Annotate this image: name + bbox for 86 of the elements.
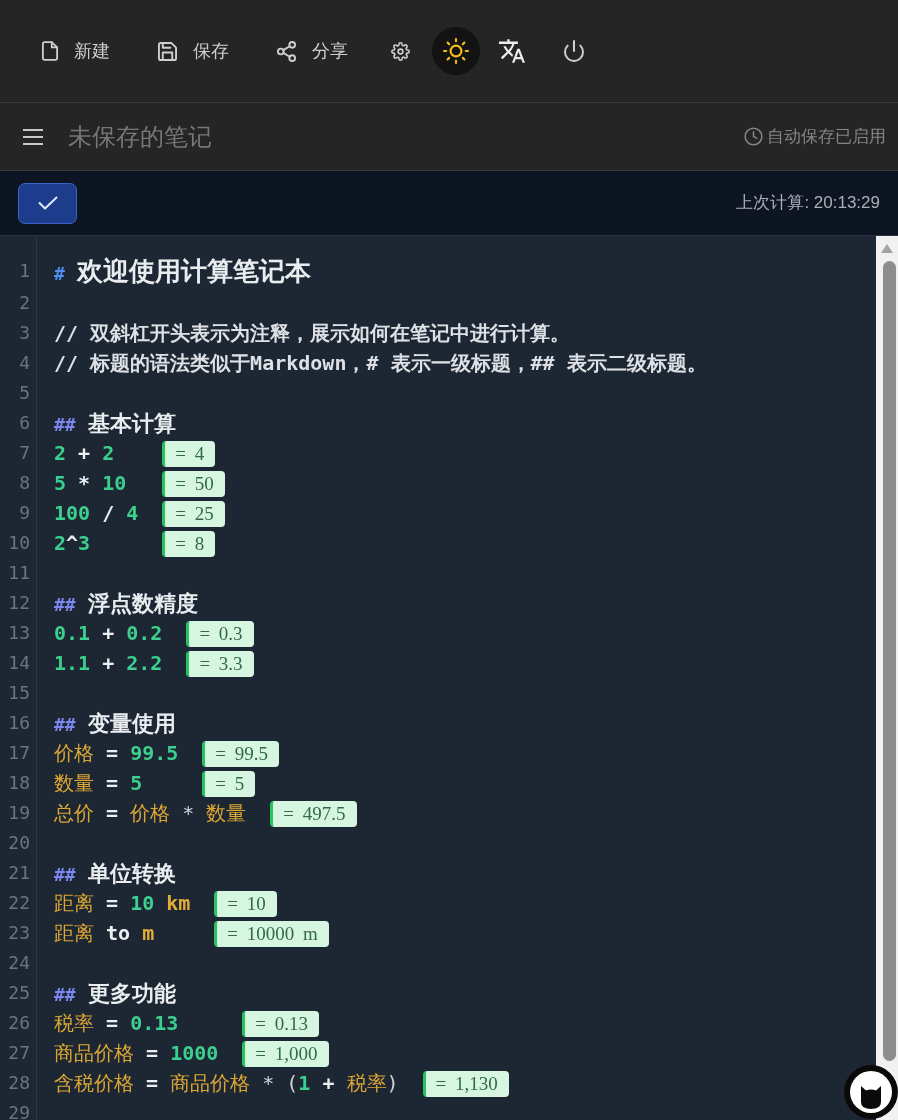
file-icon — [42, 41, 58, 61]
result-chip: = 99.5 — [202, 741, 280, 767]
autosave-status: 自动保存已启用 — [767, 125, 886, 148]
result-chip: = 1,000 — [242, 1041, 329, 1067]
line-number: 1 — [19, 260, 30, 281]
line-number: 22 — [8, 892, 30, 913]
menu-icon — [23, 128, 43, 145]
expression: 1.1 + 2.2 — [54, 651, 163, 675]
line-number: 29 — [8, 1102, 30, 1120]
cat-icon[interactable] — [844, 1065, 898, 1119]
note-title: 未保存的笔记 — [68, 121, 212, 152]
line-number: 14 — [8, 652, 30, 673]
heading-line: ## 基本计算 — [54, 411, 176, 436]
line-number: 21 — [8, 862, 30, 883]
theme-toggle-button[interactable] — [432, 27, 480, 75]
line-number: 8 — [19, 472, 30, 493]
line-number: 27 — [8, 1042, 30, 1063]
expression: 税率 = 0.13 — [54, 1011, 179, 1035]
line-number: 23 — [8, 922, 30, 943]
heading-line: ## 更多功能 — [54, 981, 176, 1006]
line-number: 17 — [8, 742, 30, 763]
heading-line: ## 浮点数精度 — [54, 591, 198, 616]
expression: 100 / 4 — [54, 501, 139, 525]
check-icon — [37, 196, 58, 210]
share-icon — [277, 40, 296, 62]
new-button[interactable]: 新建 — [22, 27, 130, 75]
line-number: 20 — [8, 832, 30, 853]
result-chip: = 0.13 — [242, 1011, 320, 1037]
scrollbar-thumb[interactable] — [882, 261, 896, 1061]
line-number: 25 — [8, 982, 30, 1003]
line-number: 9 — [19, 502, 30, 523]
line-number: 5 — [19, 382, 30, 403]
expression: 距离 = 10 km — [54, 891, 191, 915]
translate-icon — [499, 39, 525, 63]
result-chip: = 4 — [162, 441, 216, 467]
result-chip: = 8 — [162, 531, 216, 557]
last-calculated-time: 上次计算: 20:13:29 — [736, 192, 880, 215]
expression: 商品价格 = 1000 — [54, 1041, 219, 1065]
sun-icon — [443, 38, 469, 64]
save-icon — [158, 41, 177, 61]
result-chip: = 5 — [202, 771, 256, 797]
line-number: 16 — [8, 712, 30, 733]
line-number: 3 — [19, 322, 30, 343]
save-button[interactable]: 保存 — [138, 27, 249, 75]
clock-icon — [744, 127, 763, 146]
line-number: 26 — [8, 1012, 30, 1033]
result-chip: = 25 — [162, 501, 225, 527]
line-number: 28 — [8, 1072, 30, 1093]
result-chip: = 0.3 — [186, 621, 254, 647]
menu-button[interactable] — [23, 128, 43, 145]
expression: 0.1 + 0.2 — [54, 621, 163, 645]
line-number: 12 — [8, 592, 30, 613]
result-chip: = 497.5 — [270, 801, 357, 827]
power-icon — [564, 40, 584, 62]
line-number: 15 — [8, 682, 30, 703]
line-number: 24 — [8, 952, 30, 973]
result-chip: = 1,130 — [422, 1071, 509, 1097]
confirm-button[interactable] — [18, 182, 77, 224]
expression: 2^3 — [54, 531, 91, 555]
scrollbar-track[interactable] — [876, 236, 898, 1120]
line-number: 6 — [19, 412, 30, 433]
expression: 5 * 10 — [54, 471, 127, 495]
expression: 数量 = 5 — [54, 771, 143, 795]
expression: 总价 = 价格 * 数量 — [54, 801, 247, 825]
expression: 距离 to m — [54, 921, 155, 945]
expression: 2 + 2 — [54, 441, 115, 465]
comment-line: // 标题的语法类似于Markdown，# 表示一级标题，## 表示二级标题。 — [54, 351, 707, 375]
result-chip: = 10 — [214, 891, 277, 917]
line-number: 13 — [8, 622, 30, 643]
result-chip: = 10000 m — [214, 921, 329, 947]
line-number: 2 — [19, 292, 30, 313]
line-number: 7 — [19, 442, 30, 463]
expression: 含税价格 = 商品价格 * (1 + 税率) — [54, 1071, 399, 1095]
heading-line: ## 单位转换 — [54, 861, 176, 886]
expression: 价格 = 99.5 — [54, 741, 179, 765]
line-number: 18 — [8, 772, 30, 793]
result-chip: = 50 — [162, 471, 225, 497]
line-number: 4 — [19, 352, 30, 373]
line-number: 19 — [8, 802, 30, 823]
comment-line: // 双斜杠开头表示为注释，展示如何在笔记中进行计算。 — [54, 321, 571, 345]
settings-icon — [390, 41, 410, 61]
result-chip: = 3.3 — [186, 651, 254, 677]
share-button[interactable]: 分享 — [257, 27, 368, 75]
line-number: 11 — [8, 562, 30, 583]
heading-line: ## 变量使用 — [54, 711, 176, 736]
line-number: 10 — [8, 532, 30, 553]
